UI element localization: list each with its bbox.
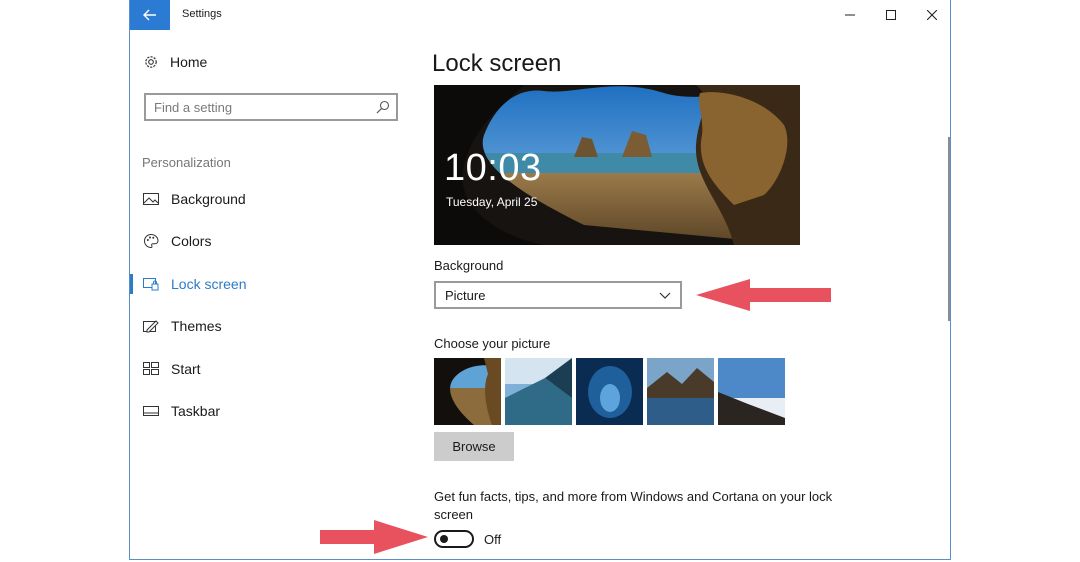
scrollbar[interactable]: [948, 137, 950, 321]
window-title: Settings: [182, 8, 222, 20]
back-button[interactable]: [130, 0, 170, 30]
sidebar-item-label: Colors: [171, 233, 212, 249]
search-placeholder: Find a setting: [154, 99, 233, 115]
sidebar-item-label: Lock screen: [171, 276, 247, 292]
background-label: Background: [434, 258, 504, 273]
minimize-icon: [845, 14, 855, 16]
sidebar-item-background[interactable]: Background: [143, 189, 246, 209]
sidebar-item-label: Themes: [171, 318, 222, 334]
taskbar-icon: [143, 403, 159, 419]
chevron-down-icon: [659, 292, 671, 299]
sidebar-item-themes[interactable]: Themes: [143, 316, 222, 336]
background-dropdown-value: Picture: [445, 287, 486, 303]
background-dropdown[interactable]: Picture: [434, 281, 682, 309]
maximize-button[interactable]: [879, 5, 903, 25]
sidebar-item-label: Taskbar: [171, 403, 221, 419]
sidebar-item-start[interactable]: Start: [143, 359, 201, 379]
annotation-arrow-dropdown-icon: [696, 279, 831, 311]
close-button[interactable]: [920, 5, 944, 25]
preview-date: Tuesday, April 25: [446, 195, 538, 209]
toggle-state-label: Off: [484, 532, 502, 547]
gear-icon: [145, 56, 157, 68]
palette-icon: [143, 233, 159, 249]
nav-home-label: Home: [170, 54, 208, 70]
sidebar-item-taskbar[interactable]: Taskbar: [143, 401, 220, 421]
picture-thumbnails: [434, 358, 789, 425]
nav-home[interactable]: Home: [143, 54, 207, 70]
sidebar-item-label: Start: [171, 361, 201, 377]
search-input[interactable]: Find a setting: [144, 93, 398, 121]
thumbnail-beach-cave[interactable]: [434, 358, 501, 425]
thumbnail-glass-building[interactable]: [505, 358, 572, 425]
preview-time: 10:03: [444, 147, 542, 189]
page-title: Lock screen: [432, 50, 562, 77]
thumbnail-mountain-lake[interactable]: [647, 358, 714, 425]
sidebar-item-colors[interactable]: Colors: [143, 231, 211, 251]
back-arrow-icon: [143, 9, 156, 21]
title-bar: Settings: [130, 0, 950, 30]
sidebar-item-lock-screen[interactable]: Lock screen: [143, 274, 246, 294]
fun-facts-toggle[interactable]: [434, 530, 474, 548]
browse-button[interactable]: Browse: [434, 432, 514, 461]
close-icon: [927, 10, 937, 20]
themes-icon: [143, 318, 159, 334]
annotation-arrow-toggle-icon: [320, 520, 428, 554]
picture-icon: [143, 191, 159, 207]
fun-facts-label: Get fun facts, tips, and more from Windo…: [434, 489, 833, 522]
lock-screen-icon: [143, 276, 159, 292]
thumbnail-cliff-sky[interactable]: [718, 358, 785, 425]
sidebar-item-label: Background: [171, 191, 246, 207]
search-icon: [376, 100, 390, 114]
start-icon: [143, 361, 159, 377]
maximize-icon: [886, 10, 896, 20]
lock-screen-preview: 10:03 Tuesday, April 25: [434, 85, 800, 245]
active-indicator: [130, 274, 133, 294]
section-header: Personalization: [142, 155, 231, 170]
choose-picture-label: Choose your picture: [434, 336, 551, 351]
thumbnail-ice-cave[interactable]: [576, 358, 643, 425]
minimize-button[interactable]: [838, 5, 862, 25]
toggle-knob: [440, 535, 448, 543]
